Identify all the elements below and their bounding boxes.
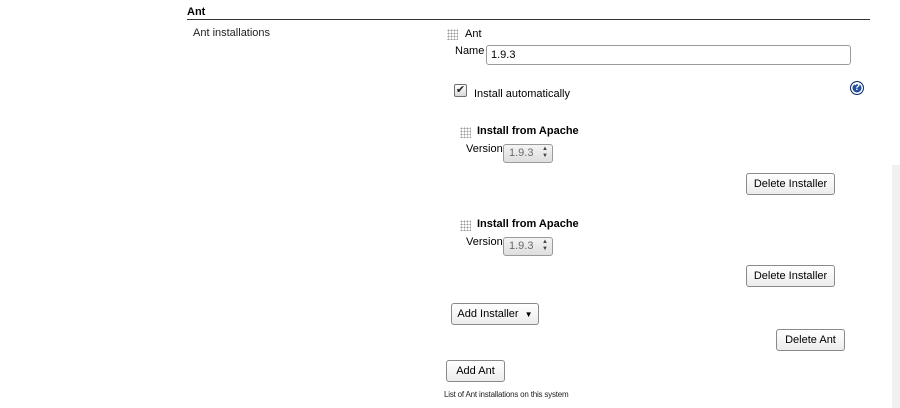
ant-installations-caption: List of Ant installations on this system [444,390,569,399]
version-value: 1.9.3 [509,147,534,159]
spinner-arrows-icon: ▲ ▼ [542,146,548,159]
delete-installer-button[interactable]: Delete Installer [746,265,835,287]
add-ant-button[interactable]: Add Ant [446,360,505,382]
delete-ant-button[interactable]: Delete Ant [776,329,845,351]
ant-block-title: Ant [465,28,482,40]
version-label: Version [466,236,503,248]
delete-installer-button[interactable]: Delete Installer [746,173,835,195]
version-value: 1.9.3 [509,240,534,252]
add-installer-button[interactable]: Add Installer ▼ [451,303,539,325]
installer-title: Install from Apache [477,218,579,230]
install-automatically-label: Install automatically [474,88,570,100]
version-select[interactable]: 1.9.3 ▲ ▼ [503,144,553,163]
section-title: Ant [187,6,206,18]
version-label: Version [466,143,503,155]
scrollbar[interactable] [892,165,900,408]
add-installer-label: Add Installer [457,308,519,320]
name-label: Name [455,45,485,57]
install-automatically-checkbox[interactable]: ✔ [454,84,467,97]
caret-down-icon: ▼ [524,310,533,319]
spinner-arrows-icon: ▲ ▼ [542,239,548,252]
section-divider [187,19,870,20]
ant-installations-label: Ant installations [193,27,271,39]
drag-handle-icon[interactable] [447,29,458,40]
drag-handle-icon[interactable] [460,127,471,138]
help-icon[interactable]: ? [850,81,864,95]
version-select[interactable]: 1.9.3 ▲ ▼ [503,237,553,256]
ant-name-input[interactable] [486,45,851,65]
drag-handle-icon[interactable] [460,220,471,231]
installer-title: Install from Apache [477,125,579,137]
